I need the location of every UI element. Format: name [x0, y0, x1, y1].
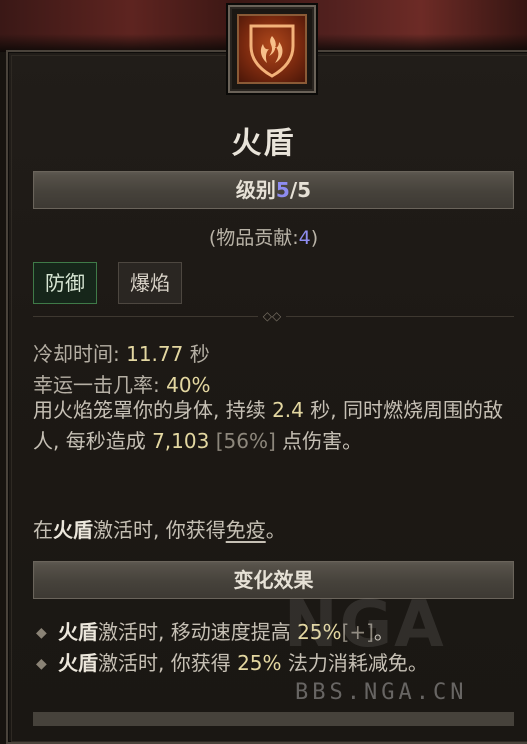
skill-name: 火盾	[231, 126, 296, 161]
damage-value: 7,103	[152, 429, 210, 453]
description-text: 激活时, 你获得	[93, 518, 226, 542]
immunity-description: 在火盾激活时, 你获得免疫。	[33, 515, 503, 546]
contribution-prefix: (物品贡献:	[208, 227, 299, 249]
cooldown-unit: 秒	[183, 342, 210, 366]
bullet-icon: ◆	[36, 625, 47, 641]
skill-reference: 火盾	[53, 518, 93, 542]
skill-reference: 火盾	[58, 651, 98, 675]
cooldown-label: 冷却时间:	[33, 342, 127, 366]
modifier-text: 激活时, 移动速度提高	[98, 620, 298, 644]
cooldown-value: 11.77	[126, 342, 184, 366]
modifier-text: 激活时, 你获得	[98, 651, 238, 675]
cooldown-stat: 冷却时间: 11.77 秒	[33, 338, 210, 367]
skill-reference: 火盾	[58, 620, 98, 644]
skill-emblem-frame	[228, 5, 316, 93]
modifier-value: 25%	[237, 651, 282, 675]
rank-max: /5	[289, 178, 312, 202]
next-section-bar	[33, 712, 514, 726]
lucky-hit-stat: 幸运一击几率: 40%	[33, 369, 211, 398]
item-contribution: (物品贡献:4)	[0, 223, 527, 250]
description-text: 点伤害。	[275, 429, 363, 453]
rank-current: 5	[275, 178, 290, 202]
bullet-icon: ◆	[36, 656, 47, 672]
description-text: 用火焰笼罩你的身体, 持续	[33, 398, 273, 422]
watermark-logo: NGA	[284, 588, 446, 662]
description-text: 在	[33, 518, 53, 542]
lucky-hit-label: 幸运一击几率:	[33, 373, 167, 397]
contribution-value: 4	[298, 227, 311, 249]
skill-description: 用火焰笼罩你的身体, 持续 2.4 秒, 同时燃烧周围的敌人, 每秒造成 7,1…	[33, 395, 503, 457]
lucky-hit-value: 40%	[166, 373, 211, 397]
watermark-site: BBS.NGA.CN	[295, 680, 468, 705]
divider-ornament-icon: ◇◇	[258, 309, 286, 323]
damage-percent: [56%]	[209, 429, 276, 453]
fire-shield-icon	[237, 14, 307, 84]
description-text: 。	[265, 518, 286, 542]
tag-defense: 防御	[33, 262, 97, 304]
rank-label: 级别	[235, 178, 276, 202]
tag-pyromancy: 爆焰	[118, 262, 182, 304]
rank-bar: 级别5/5	[33, 171, 514, 209]
contribution-suffix: )	[310, 227, 319, 249]
duration-value: 2.4	[272, 398, 304, 422]
immunity-keyword[interactable]: 免疫	[226, 518, 266, 542]
